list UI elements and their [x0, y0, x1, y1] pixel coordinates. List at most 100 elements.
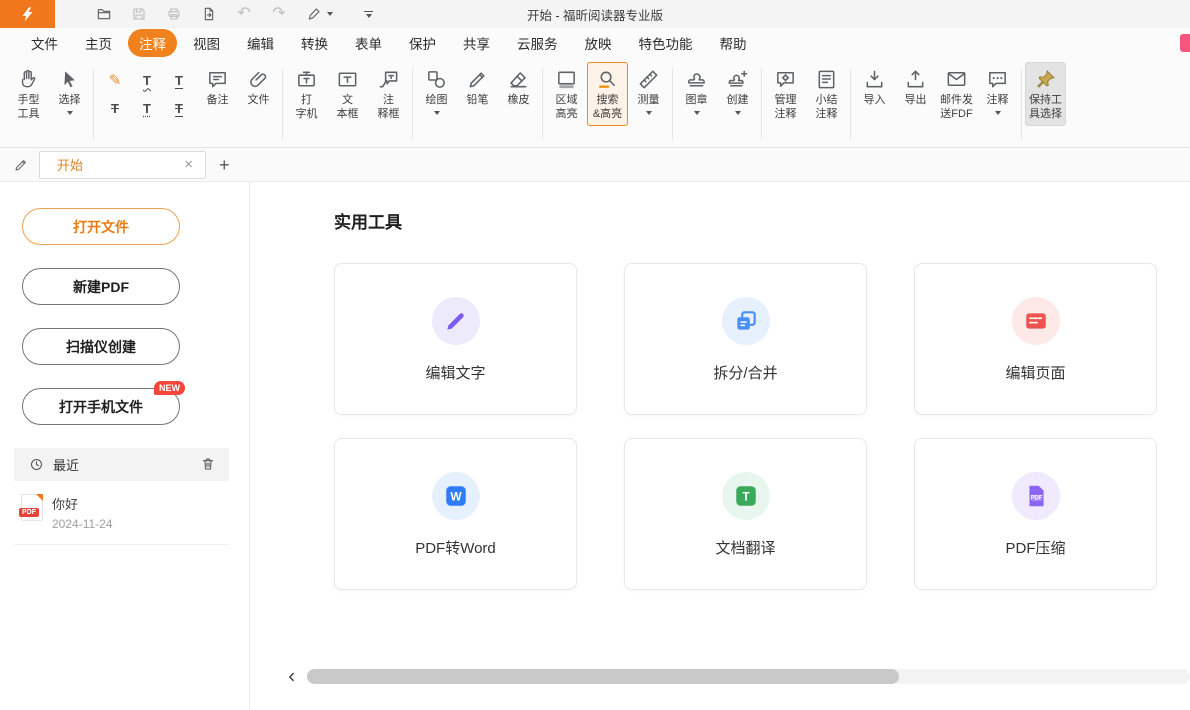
- scrollbar-track[interactable]: [307, 669, 1190, 684]
- menu-present[interactable]: 放映: [574, 29, 623, 57]
- typewriter-icon: [295, 68, 318, 91]
- ribbon-measure-button[interactable]: 测量: [628, 62, 669, 119]
- recent-file-item[interactable]: PDF 你好 2024-11-24: [14, 481, 229, 545]
- underline-button[interactable]: T: [165, 68, 193, 92]
- export-doc-icon: [201, 6, 217, 22]
- tool-card-pdf-to-word[interactable]: W PDF转Word: [334, 438, 577, 590]
- menu-form[interactable]: 表单: [344, 29, 393, 57]
- sidebar: 打开文件 新建PDF 扫描仪创建 打开手机文件 NEW 最近 PDF 你好 20…: [0, 182, 250, 710]
- strikeout-button[interactable]: T: [101, 96, 129, 120]
- ribbon-label: 导出: [905, 94, 927, 108]
- new-pdf-button[interactable]: 新建PDF: [22, 268, 180, 305]
- replace-text-button[interactable]: T: [165, 96, 193, 120]
- ribbon-textbox-button[interactable]: 文 本框: [327, 62, 368, 126]
- brush-tool-button[interactable]: [303, 4, 333, 24]
- ribbon-divider: [850, 68, 851, 139]
- highlight-text-button[interactable]: ✎: [101, 68, 129, 92]
- tool-card-label: 拆分/合并: [713, 362, 777, 383]
- mail-icon: [945, 68, 968, 91]
- ribbon-note-button[interactable]: 备注: [197, 62, 238, 112]
- ribbon-manage-comments-button[interactable]: 管理 注释: [765, 62, 806, 126]
- tool-card-pdf-compress[interactable]: PDF PDF压缩: [914, 438, 1157, 590]
- ribbon-label: 铅笔: [467, 94, 489, 108]
- ribbon-label: 搜索 &高亮: [593, 94, 622, 122]
- menu-edit[interactable]: 编辑: [236, 29, 285, 57]
- tool-card-split-merge[interactable]: 拆分/合并: [624, 263, 867, 415]
- promo-icon[interactable]: [1180, 34, 1190, 52]
- menu-home[interactable]: 主页: [74, 29, 123, 57]
- document-tab-bar: 开始 × +: [0, 148, 1190, 182]
- tool-card-edit-pages[interactable]: 编辑页面: [914, 263, 1157, 415]
- cursor-icon: [58, 68, 81, 91]
- ribbon-label: 区域 高亮: [556, 94, 578, 122]
- ribbon-divider: [761, 68, 762, 139]
- ribbon-eraser-button[interactable]: 橡皮: [498, 62, 539, 112]
- ribbon-search-highlight-button[interactable]: 搜索 &高亮: [587, 62, 628, 126]
- ribbon-create-stamp-button[interactable]: 创建: [717, 62, 758, 119]
- close-icon[interactable]: ×: [182, 157, 195, 172]
- menu-cloud[interactable]: 云服务: [506, 29, 569, 57]
- ribbon-summarize-comments-button[interactable]: 小结 注释: [806, 62, 847, 126]
- print-button[interactable]: [163, 4, 185, 24]
- chevron-down-icon: [995, 111, 1001, 115]
- clear-recent-button[interactable]: [200, 456, 217, 473]
- ribbon-hand-tool-button[interactable]: 手型 工具: [8, 62, 49, 126]
- ribbon-select-annotation-button[interactable]: 选择: [49, 62, 90, 119]
- ribbon-label: 导入: [864, 94, 886, 108]
- ribbon-area-highlight-button[interactable]: 区域 高亮: [546, 62, 587, 126]
- insert-text-button[interactable]: T: [133, 96, 161, 120]
- menu-features[interactable]: 特色功能: [628, 29, 704, 57]
- tool-card-edit-text[interactable]: 编辑文字: [334, 263, 577, 415]
- open-file-button[interactable]: 打开文件: [22, 208, 180, 245]
- redo-button[interactable]: ↷: [268, 4, 290, 24]
- annotate-pencil-icon[interactable]: [10, 154, 32, 176]
- ribbon-export-comments-button[interactable]: 导出: [895, 62, 936, 112]
- ribbon-label: 注 释框: [378, 94, 400, 122]
- menu-protect[interactable]: 保护: [398, 29, 447, 57]
- menu-view[interactable]: 视图: [182, 29, 231, 57]
- menu-share[interactable]: 共享: [452, 29, 501, 57]
- ribbon-comments-button[interactable]: 注释: [977, 62, 1018, 119]
- customize-quick-access-button[interactable]: [364, 11, 373, 18]
- import-icon: [863, 68, 886, 91]
- squiggly-underline-button[interactable]: T: [133, 68, 161, 92]
- scroll-left-button[interactable]: [283, 669, 301, 684]
- ribbon-callout-button[interactable]: 注 释框: [368, 62, 409, 126]
- scanner-create-button[interactable]: 扫描仪创建: [22, 328, 180, 365]
- menu-file[interactable]: 文件: [20, 29, 69, 57]
- ribbon-import-comments-button[interactable]: 导入: [854, 62, 895, 112]
- ribbon-label: 文 本框: [337, 94, 359, 122]
- menu-convert[interactable]: 转换: [290, 29, 339, 57]
- scrollbar-thumb[interactable]: [307, 669, 899, 684]
- export-button[interactable]: [198, 4, 220, 24]
- ribbon-stamp-button[interactable]: 图章: [676, 62, 717, 119]
- undo-button[interactable]: ↶: [233, 4, 255, 24]
- ribbon-label: 创建: [727, 94, 749, 108]
- edit-text-icon: [432, 297, 480, 345]
- ribbon-pencil-button[interactable]: 铅笔: [457, 62, 498, 112]
- paperclip-icon: [247, 68, 270, 91]
- split-merge-icon: [722, 297, 770, 345]
- tab-home[interactable]: 开始 ×: [39, 151, 206, 179]
- pushpin-icon: [1034, 68, 1057, 91]
- file-name: 你好: [52, 494, 113, 513]
- ribbon-email-fdf-button[interactable]: 邮件发 送FDF: [936, 62, 977, 126]
- tool-card-label: 编辑页面: [1005, 362, 1065, 383]
- save-button[interactable]: [128, 4, 150, 24]
- open-mobile-file-button[interactable]: 打开手机文件 NEW: [22, 388, 180, 425]
- ribbon-divider: [412, 68, 413, 139]
- tool-card-doc-translate[interactable]: T 文档翻译: [624, 438, 867, 590]
- translate-icon: T: [733, 483, 759, 509]
- ribbon-typewriter-button[interactable]: 打 字机: [286, 62, 327, 126]
- open-file-button[interactable]: [93, 4, 115, 24]
- ribbon-keep-tool-selected-button[interactable]: 保持工 具选择: [1025, 62, 1066, 126]
- hand-icon: [17, 68, 40, 91]
- pencil-icon: [443, 308, 469, 334]
- menu-help[interactable]: 帮助: [709, 29, 758, 57]
- new-tab-button[interactable]: +: [219, 156, 230, 174]
- ribbon-file-attachment-button[interactable]: 文件: [238, 62, 279, 112]
- ribbon-divider: [542, 68, 543, 139]
- menu-comment[interactable]: 注释: [128, 29, 177, 57]
- ribbon-label: 保持工 具选择: [1029, 94, 1062, 122]
- ribbon-drawing-button[interactable]: 绘图: [416, 62, 457, 119]
